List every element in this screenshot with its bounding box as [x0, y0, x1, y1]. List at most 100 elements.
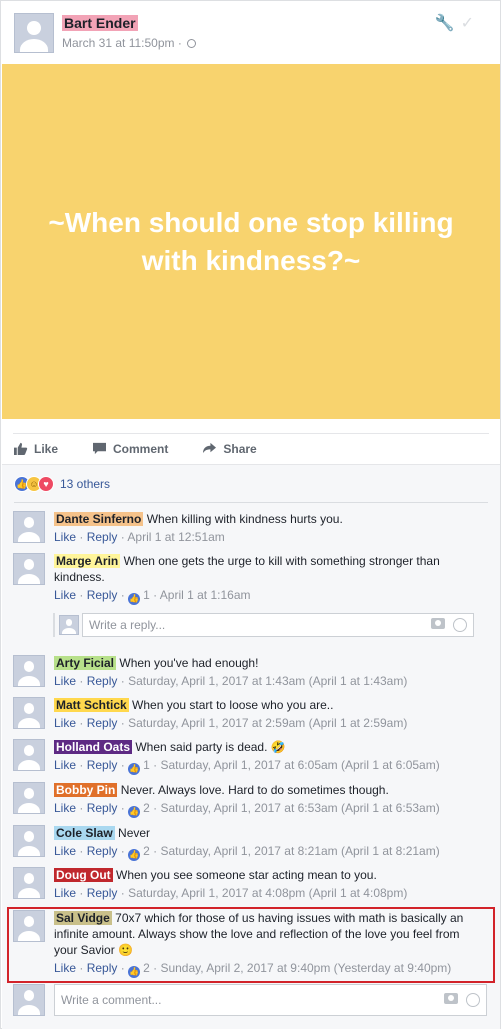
- commenter-name[interactable]: Cole Slaw: [54, 826, 115, 840]
- thumbs-up-icon: 👍: [128, 763, 141, 775]
- comment-like-link[interactable]: Like: [54, 758, 76, 772]
- separator: ·: [79, 844, 87, 858]
- like-count-value: 1: [143, 588, 150, 602]
- author-avatar[interactable]: [14, 13, 54, 53]
- comment-footer: Like · Reply · 👍 1 · Saturday, April 1, 2…: [54, 758, 440, 775]
- reaction-summary[interactable]: 👍 ☺ ♥ 13 others: [14, 475, 110, 493]
- commenter-name[interactable]: Matt Schtick: [54, 698, 129, 712]
- comment-like-link[interactable]: Like: [54, 674, 76, 688]
- comment-reply-link[interactable]: Reply: [87, 801, 118, 815]
- thumbs-up-icon: [14, 442, 28, 455]
- camera-icon[interactable]: [444, 993, 458, 1004]
- comment-timestamp[interactable]: · Saturday, April 1, 2017 at 1:43am (Apr…: [121, 674, 408, 688]
- comment-timestamp[interactable]: · Saturday, April 1, 2017 at 6:05am (Apr…: [153, 758, 440, 772]
- comment-body: Marge Arin When one gets the urge to kil…: [54, 553, 479, 585]
- reply-placeholder: Write a reply...: [89, 618, 166, 632]
- reply-input[interactable]: Write a reply...: [82, 613, 474, 637]
- comment-body: Bobby Pin Never. Always love. Hard to do…: [54, 782, 479, 798]
- comment-like-count[interactable]: 👍 2: [128, 801, 150, 818]
- author-name[interactable]: Bart Ender: [62, 15, 138, 31]
- commenter-name[interactable]: Holland Oats: [54, 740, 133, 754]
- comment-text: When you see someone star acting mean to…: [116, 868, 377, 882]
- comment-like-count[interactable]: 👍 1: [128, 758, 150, 775]
- globe-icon: [187, 39, 197, 48]
- comment-item: Doug Out When you see someone star actin…: [13, 867, 483, 902]
- commenter-avatar[interactable]: [13, 782, 45, 814]
- reaction-count[interactable]: 13 others: [60, 477, 110, 491]
- emoji-icon[interactable]: [466, 993, 480, 1007]
- comment-body: Doug Out When you see someone star actin…: [54, 867, 479, 883]
- comment-like-link[interactable]: Like: [54, 588, 76, 602]
- banner-text: ~When should one stop killing with kindn…: [48, 206, 454, 276]
- comment-timestamp[interactable]: · Saturday, April 1, 2017 at 8:21am (Apr…: [153, 844, 440, 858]
- commenter-avatar[interactable]: [13, 553, 45, 585]
- emoji-icon[interactable]: [453, 618, 467, 632]
- commenter-avatar[interactable]: [13, 825, 45, 857]
- comment-reply-link[interactable]: Reply: [87, 588, 118, 602]
- comment-like-link[interactable]: Like: [54, 844, 76, 858]
- separator: ·: [79, 886, 87, 900]
- comment-footer: Like · Reply · Saturday, April 1, 2017 a…: [54, 674, 407, 688]
- share-button[interactable]: Share: [202, 442, 257, 456]
- comment-text: Never: [118, 826, 151, 840]
- commenter-avatar[interactable]: [13, 867, 45, 899]
- comment-footer: Like · Reply · Saturday, April 1, 2017 a…: [54, 886, 407, 900]
- separator: ·: [79, 674, 87, 688]
- separator: ·: [120, 801, 129, 815]
- comment-body: Dante Sinferno When killing with kindnes…: [54, 511, 479, 527]
- comment-like-count[interactable]: 👍 1: [128, 588, 150, 605]
- commenter-name[interactable]: Marge Arin: [54, 554, 121, 568]
- comment-input[interactable]: Write a comment...: [54, 984, 487, 1016]
- commenter-avatar[interactable]: [13, 655, 45, 687]
- comment-timestamp[interactable]: · Saturday, April 1, 2017 at 6:53am (Apr…: [153, 801, 440, 815]
- commenter-name[interactable]: Dante Sinferno: [54, 512, 144, 526]
- like-count-value: 2: [143, 801, 150, 815]
- wrench-icon[interactable]: 🔧: [435, 15, 461, 32]
- commenter-name[interactable]: Bobby Pin: [54, 783, 118, 797]
- comment-composer: Write a comment...: [13, 984, 489, 1016]
- commenter-avatar[interactable]: [13, 511, 45, 543]
- comment-timestamp[interactable]: · Saturday, April 1, 2017 at 2:59am (Apr…: [121, 716, 408, 730]
- commenter-avatar[interactable]: [13, 739, 45, 771]
- comment-like-count[interactable]: 👍 2: [128, 844, 150, 861]
- comment-text: Never. Always love. Hard to do sometimes…: [120, 783, 389, 797]
- reply-composer: Write a reply...: [53, 613, 487, 637]
- comment-reply-link[interactable]: Reply: [87, 716, 118, 730]
- like-button[interactable]: Like: [13, 442, 58, 456]
- commenter-name[interactable]: Doug Out: [54, 868, 113, 882]
- comment-item: Matt Schtick When you start to loose who…: [13, 697, 483, 732]
- comment-reply-link[interactable]: Reply: [87, 674, 118, 688]
- comment-item: Holland Oats When said party is dead. 🤣 …: [13, 739, 483, 775]
- checkmark-icon[interactable]: ✓: [461, 15, 480, 32]
- comment-body: Cole Slaw Never: [54, 825, 479, 841]
- post-card: Bart Ender March 31 at 11:50pm · 🔧✓ ~Whe…: [0, 0, 501, 1029]
- share-icon: [203, 442, 217, 454]
- comment-timestamp[interactable]: · Saturday, April 1, 2017 at 4:08pm (Apr…: [121, 886, 408, 900]
- comment-like-link[interactable]: Like: [54, 530, 76, 544]
- commenter-avatar[interactable]: [13, 697, 45, 729]
- comment-icon: [93, 442, 107, 455]
- comment-reply-link[interactable]: Reply: [87, 844, 118, 858]
- comment-reply-link[interactable]: Reply: [87, 758, 118, 772]
- comment-reply-link[interactable]: Reply: [87, 530, 118, 544]
- post-header: Bart Ender March 31 at 11:50pm · 🔧✓: [14, 13, 484, 53]
- comment-timestamp[interactable]: · April 1 at 1:16am: [153, 588, 250, 602]
- thumbs-up-icon: 👍: [128, 593, 141, 605]
- comment-timestamp[interactable]: · April 1 at 12:51am: [121, 530, 225, 544]
- comment-like-link[interactable]: Like: [54, 801, 76, 815]
- separator: ·: [79, 530, 87, 544]
- post-timestamp[interactable]: March 31 at 11:50pm ·: [62, 36, 182, 50]
- comment-text: When killing with kindness hurts you.: [146, 512, 343, 526]
- comment-like-link[interactable]: Like: [54, 886, 76, 900]
- camera-icon[interactable]: [431, 618, 445, 629]
- comment-placeholder: Write a comment...: [61, 993, 162, 1007]
- comment-reply-link[interactable]: Reply: [87, 886, 118, 900]
- divider: [14, 502, 488, 503]
- thumbs-up-icon: 👍: [128, 849, 141, 861]
- comment-button[interactable]: Comment: [92, 442, 168, 456]
- comment-like-link[interactable]: Like: [54, 716, 76, 730]
- commenter-name[interactable]: Arty Ficial: [54, 656, 117, 670]
- like-label: Like: [34, 441, 59, 456]
- comment-text: When you start to loose who you are..: [132, 698, 334, 712]
- love-reaction-icon: ♥: [38, 476, 54, 492]
